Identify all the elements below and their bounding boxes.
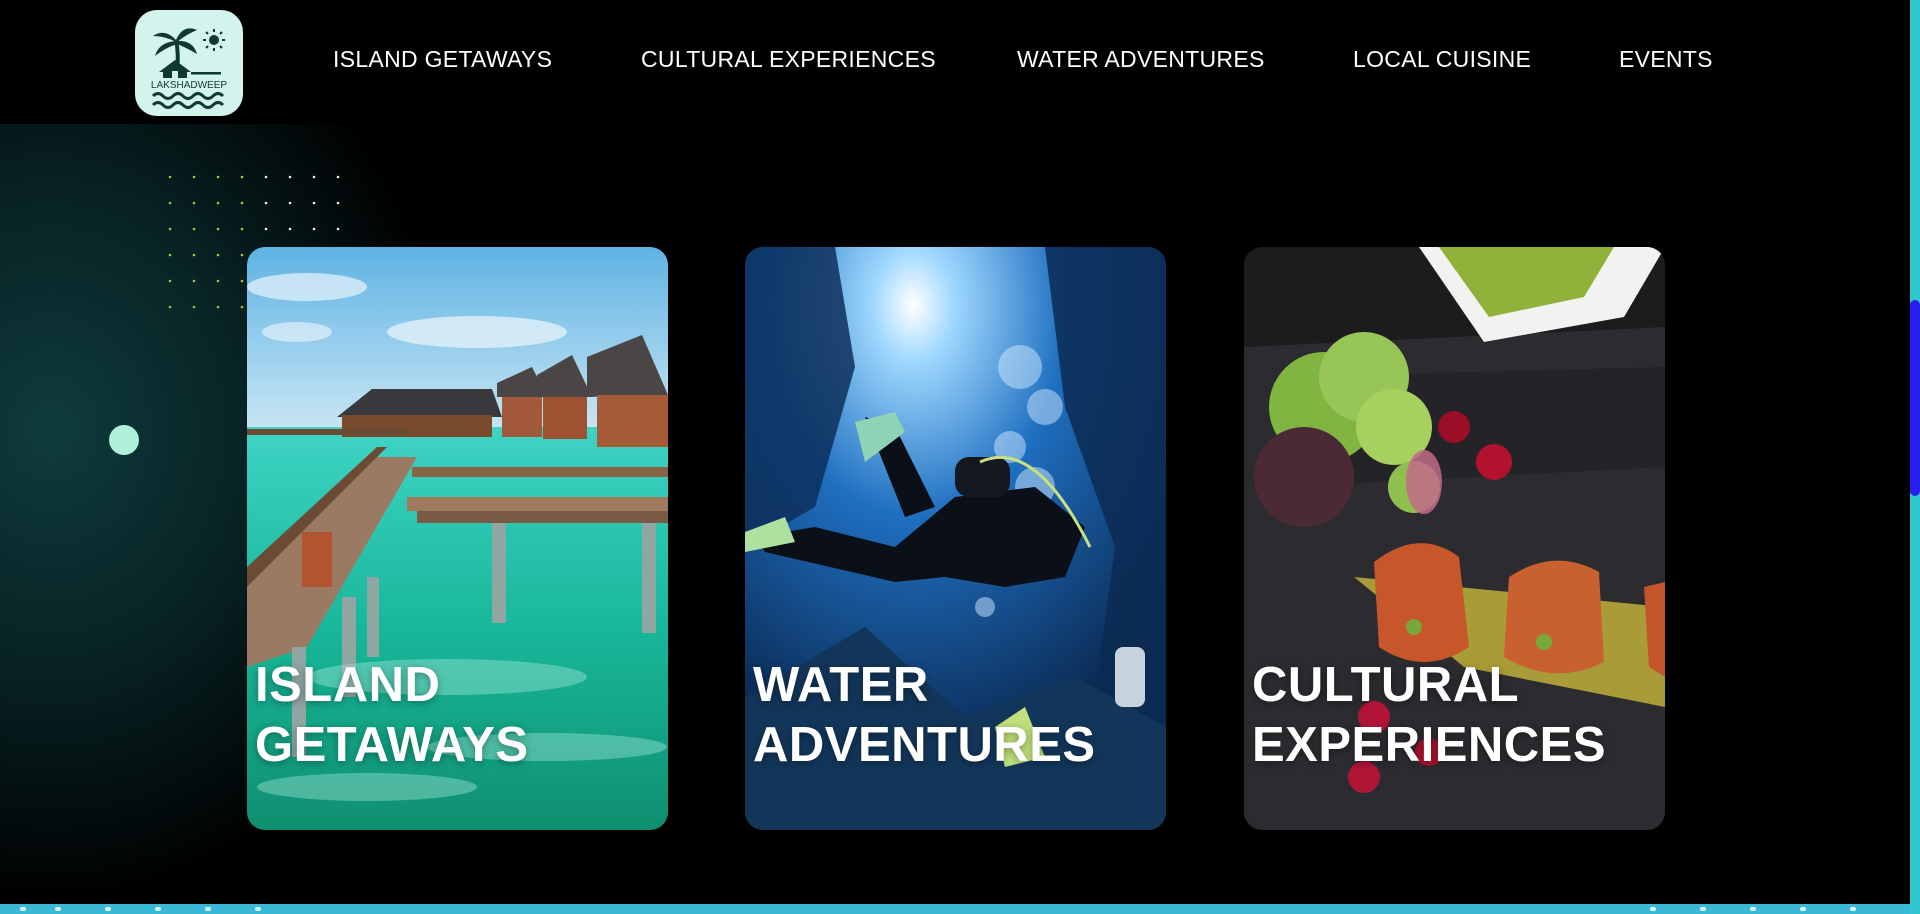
svg-text:LAKSHADWEEP: LAKSHADWEEP (151, 80, 227, 91)
dot (216, 279, 220, 283)
dot (264, 201, 268, 205)
dot (192, 201, 196, 205)
dot (216, 175, 220, 179)
dot (240, 227, 244, 231)
dot (192, 279, 196, 283)
strip-mark (55, 907, 61, 911)
strip-mark (255, 907, 261, 911)
dot (336, 227, 340, 231)
site-header: LAKSHADWEEP ISLAND GETAWAYS CULTURAL EXP… (0, 0, 1910, 124)
palm-island-logo-icon: LAKSHADWEEP (151, 28, 227, 109)
strip-mark (1750, 907, 1756, 911)
card-island-getaways[interactable]: ISLAND GETAWAYS (247, 247, 668, 830)
nav-events[interactable]: EVENTS (1619, 46, 1713, 73)
nav-cultural-experiences[interactable]: CULTURAL EXPERIENCES (641, 46, 936, 73)
dot (168, 305, 172, 309)
dot (288, 227, 292, 231)
scrollbar-thumb[interactable] (1910, 300, 1920, 496)
card-cultural-experiences[interactable]: CULTURAL EXPERIENCES (1244, 247, 1665, 830)
dot (168, 253, 172, 257)
dot (168, 175, 172, 179)
dot (240, 201, 244, 205)
dot (240, 175, 244, 179)
logo[interactable]: LAKSHADWEEP (135, 10, 243, 116)
dot (312, 201, 316, 205)
dot (168, 201, 172, 205)
dot (336, 175, 340, 179)
dot (216, 305, 220, 309)
strip-mark (1650, 907, 1656, 911)
page: LAKSHADWEEP ISLAND GETAWAYS CULTURAL EXP… (0, 0, 1910, 914)
dot (216, 253, 220, 257)
dot (312, 175, 316, 179)
nav-water-adventures[interactable]: WATER ADVENTURES (1017, 46, 1265, 73)
dot (312, 227, 316, 231)
dot (216, 201, 220, 205)
nav-island-getaways[interactable]: ISLAND GETAWAYS (333, 46, 552, 73)
bottom-progress-strip (0, 904, 1910, 914)
strip-mark (20, 907, 26, 911)
dot (240, 279, 244, 283)
nav-local-cuisine[interactable]: LOCAL CUISINE (1353, 46, 1531, 73)
dot (288, 201, 292, 205)
strip-mark (205, 907, 211, 911)
dot (336, 201, 340, 205)
dot (192, 227, 196, 231)
strip-mark (1800, 907, 1806, 911)
dot (288, 175, 292, 179)
dot (168, 227, 172, 231)
dot (168, 279, 172, 283)
strip-mark (1850, 907, 1856, 911)
dot (264, 227, 268, 231)
decorative-circle (109, 425, 139, 455)
strip-mark (155, 907, 161, 911)
strip-mark (105, 907, 111, 911)
dot (192, 253, 196, 257)
card-title: CULTURAL EXPERIENCES (1252, 658, 1607, 772)
card-title: WATER ADVENTURES (753, 658, 1096, 772)
dot (192, 175, 196, 179)
strip-mark (1700, 907, 1706, 911)
dot (240, 305, 244, 309)
dot (240, 253, 244, 257)
card-title: ISLAND GETAWAYS (255, 658, 529, 772)
dot (216, 227, 220, 231)
dot (264, 175, 268, 179)
card-water-adventures[interactable]: WATER ADVENTURES (745, 247, 1166, 830)
dot (192, 305, 196, 309)
